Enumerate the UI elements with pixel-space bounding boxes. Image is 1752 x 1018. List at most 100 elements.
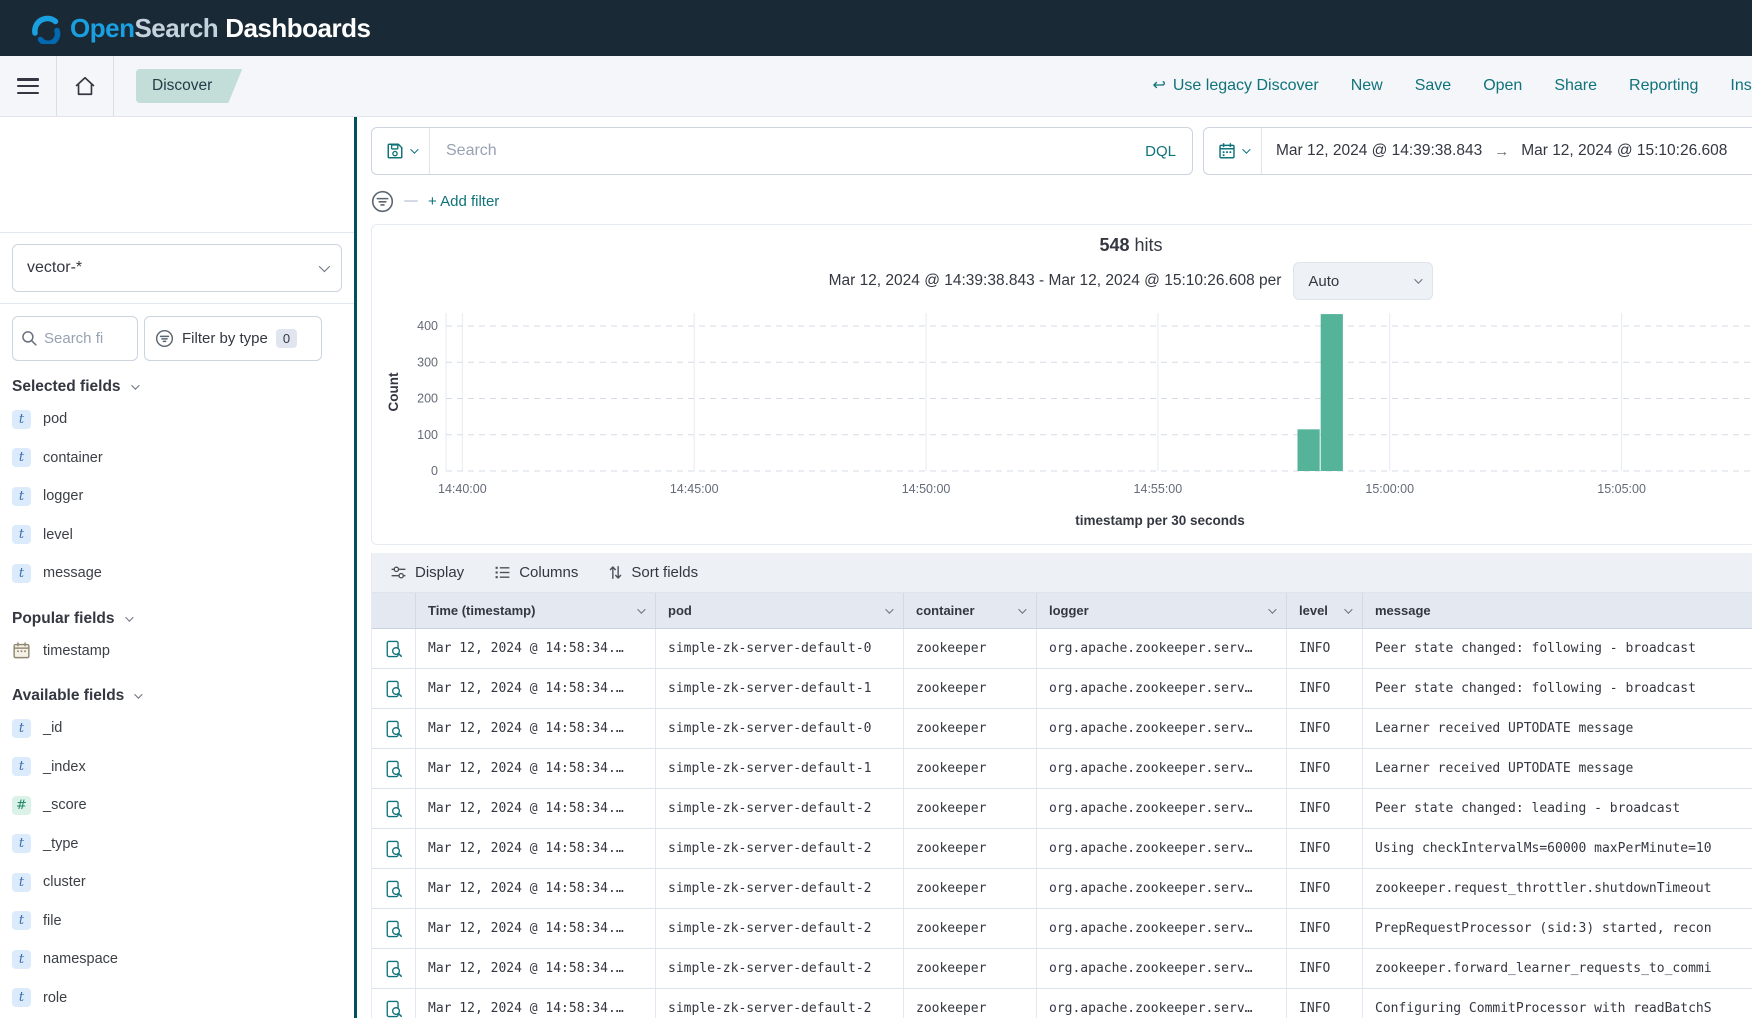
expand-row-button[interactable] bbox=[372, 829, 416, 868]
y-tick-label: 100 bbox=[417, 428, 438, 442]
inspect-document-icon bbox=[385, 720, 403, 738]
nav-action-save[interactable]: Save bbox=[1415, 77, 1451, 95]
display-button[interactable]: Display bbox=[390, 564, 464, 581]
toolbar-button-label: Sort fields bbox=[631, 564, 698, 581]
nav-action-reporting[interactable]: Reporting bbox=[1629, 77, 1698, 95]
expand-row-button[interactable] bbox=[372, 949, 416, 988]
field-item-cluster[interactable]: tcluster bbox=[0, 863, 354, 902]
column-header-container[interactable]: container bbox=[904, 593, 1037, 628]
inspect-document-icon bbox=[385, 1000, 403, 1018]
field-item-role[interactable]: trole bbox=[0, 979, 354, 1018]
opensearch-logo[interactable]: OpenSearchDashboards bbox=[30, 12, 370, 44]
nav-menu-button[interactable] bbox=[0, 56, 56, 116]
date-range-start[interactable]: Mar 12, 2024 @ 14:39:38.843 bbox=[1276, 142, 1482, 160]
date-range-end[interactable]: Mar 12, 2024 @ 15:10:26.608 bbox=[1521, 142, 1727, 160]
filter-by-type-label: Filter by type bbox=[182, 330, 268, 347]
field-item-_id[interactable]: t_id bbox=[0, 709, 354, 748]
field-sections: Selected fields tpodtcontainertloggertlev… bbox=[0, 378, 354, 1017]
expand-row-button[interactable] bbox=[372, 629, 416, 668]
field-item-pod[interactable]: tpod bbox=[0, 400, 354, 439]
breadcrumb[interactable]: Discover bbox=[136, 69, 242, 103]
expand-row-button[interactable] bbox=[372, 909, 416, 948]
cell-pod: simple-zk-server-default-0 bbox=[656, 629, 904, 668]
cell-logger: org.apache.zookeeper.serv… bbox=[1037, 869, 1287, 908]
column-header-time-timestamp-[interactable]: Time (timestamp) bbox=[416, 593, 656, 628]
field-type-string-icon: t bbox=[12, 911, 31, 930]
y-axis-title: Count bbox=[386, 372, 401, 411]
histogram-bar[interactable] bbox=[1321, 314, 1343, 471]
field-name: file bbox=[43, 913, 62, 929]
column-header-expand bbox=[372, 593, 416, 628]
query-language-button[interactable]: DQL bbox=[1129, 143, 1192, 160]
field-item-_index[interactable]: t_index bbox=[0, 748, 354, 787]
field-item-timestamp[interactable]: timestamp bbox=[0, 632, 354, 671]
hits-label: hits bbox=[1135, 235, 1163, 255]
saved-query-button[interactable] bbox=[372, 128, 430, 174]
expand-row-button[interactable] bbox=[372, 789, 416, 828]
cell-level: INFO bbox=[1287, 749, 1363, 788]
sort-fields-button[interactable]: Sort fields bbox=[608, 564, 698, 581]
interval-select[interactable]: Auto bbox=[1293, 262, 1433, 300]
field-type-number-icon: # bbox=[12, 796, 31, 815]
table-body: Mar 12, 2024 @ 14:58:34.…simple-zk-serve… bbox=[372, 629, 1752, 1018]
field-item-_type[interactable]: t_type bbox=[0, 825, 354, 864]
search-input[interactable] bbox=[430, 142, 1129, 160]
cell-message: Learner received UPTODATE message bbox=[1363, 709, 1752, 748]
field-item-level[interactable]: tlevel bbox=[0, 516, 354, 555]
undo-icon: ↩ bbox=[1152, 78, 1165, 94]
column-label: Time (timestamp) bbox=[428, 603, 629, 618]
column-header-level[interactable]: level bbox=[1287, 593, 1363, 628]
home-button[interactable] bbox=[57, 56, 113, 116]
add-filter-button[interactable]: + Add filter bbox=[428, 193, 499, 210]
field-name: role bbox=[43, 990, 67, 1006]
expand-row-button[interactable] bbox=[372, 869, 416, 908]
table-row: Mar 12, 2024 @ 14:58:34.…simple-zk-serve… bbox=[372, 829, 1752, 869]
nav-action-new[interactable]: New bbox=[1351, 77, 1383, 95]
histogram-bar[interactable] bbox=[1298, 429, 1320, 471]
cell-level: INFO bbox=[1287, 989, 1363, 1018]
nav-action-inspect[interactable]: Inspect bbox=[1730, 77, 1752, 95]
index-pattern-select[interactable]: vector-* bbox=[12, 244, 342, 292]
menu-bar: Discover ↩Use legacy Discover New Save Open… bbox=[0, 56, 1752, 117]
column-header-logger[interactable]: logger bbox=[1037, 593, 1287, 628]
inspect-document-icon bbox=[385, 920, 403, 938]
field-type-string-icon: t bbox=[12, 410, 31, 429]
expand-row-button[interactable] bbox=[372, 669, 416, 708]
field-item-file[interactable]: tfile bbox=[0, 902, 354, 941]
field-section-header-selected-fields[interactable]: Selected fields bbox=[12, 378, 342, 396]
column-label: container bbox=[916, 603, 1010, 618]
chevron-down-icon bbox=[1415, 275, 1423, 283]
columns-list-icon bbox=[494, 564, 511, 581]
cell-pod: simple-zk-server-default-2 bbox=[656, 989, 904, 1018]
home-icon bbox=[74, 75, 96, 97]
field-item-_score[interactable]: # _score bbox=[0, 786, 354, 825]
expand-row-button[interactable] bbox=[372, 709, 416, 748]
field-item-logger[interactable]: tlogger bbox=[0, 477, 354, 516]
field-item-container[interactable]: tcontainer bbox=[0, 439, 354, 478]
toolbar-button-label: Display bbox=[415, 564, 464, 581]
field-search-input[interactable] bbox=[44, 330, 114, 347]
histogram-chart[interactable]: 14:40:0014:45:0014:50:0014:55:0015:00:00… bbox=[380, 301, 1752, 542]
cell-container: zookeeper bbox=[904, 629, 1037, 668]
field-name: _score bbox=[43, 797, 87, 813]
expand-row-button[interactable] bbox=[372, 989, 416, 1018]
global-filter-icon[interactable] bbox=[371, 190, 394, 213]
quick-select-button[interactable] bbox=[1204, 128, 1262, 174]
divider bbox=[113, 56, 114, 116]
field-item-message[interactable]: tmessage bbox=[0, 554, 354, 593]
expand-row-button[interactable] bbox=[372, 749, 416, 788]
field-item-namespace[interactable]: tnamespace bbox=[0, 940, 354, 979]
field-name: _type bbox=[43, 836, 78, 852]
field-section-header-available-fields[interactable]: Available fields bbox=[12, 687, 342, 705]
field-name: _index bbox=[43, 759, 86, 775]
nav-action-share[interactable]: Share bbox=[1554, 77, 1597, 95]
interval-value: Auto bbox=[1308, 273, 1388, 290]
nav-action-open[interactable]: Open bbox=[1483, 77, 1522, 95]
cell-message: zookeeper.request_throttler.shutdownTime… bbox=[1363, 869, 1752, 908]
column-header-pod[interactable]: pod bbox=[656, 593, 904, 628]
filter-by-type-button[interactable]: Filter by type 0 bbox=[144, 316, 322, 361]
columns-button[interactable]: Columns bbox=[494, 564, 578, 581]
x-tick-label: 15:00:00 bbox=[1365, 482, 1414, 496]
nav-action-use-legacy-discover[interactable]: ↩Use legacy Discover bbox=[1152, 77, 1318, 95]
field-section-header-popular-fields[interactable]: Popular fields bbox=[12, 610, 342, 628]
